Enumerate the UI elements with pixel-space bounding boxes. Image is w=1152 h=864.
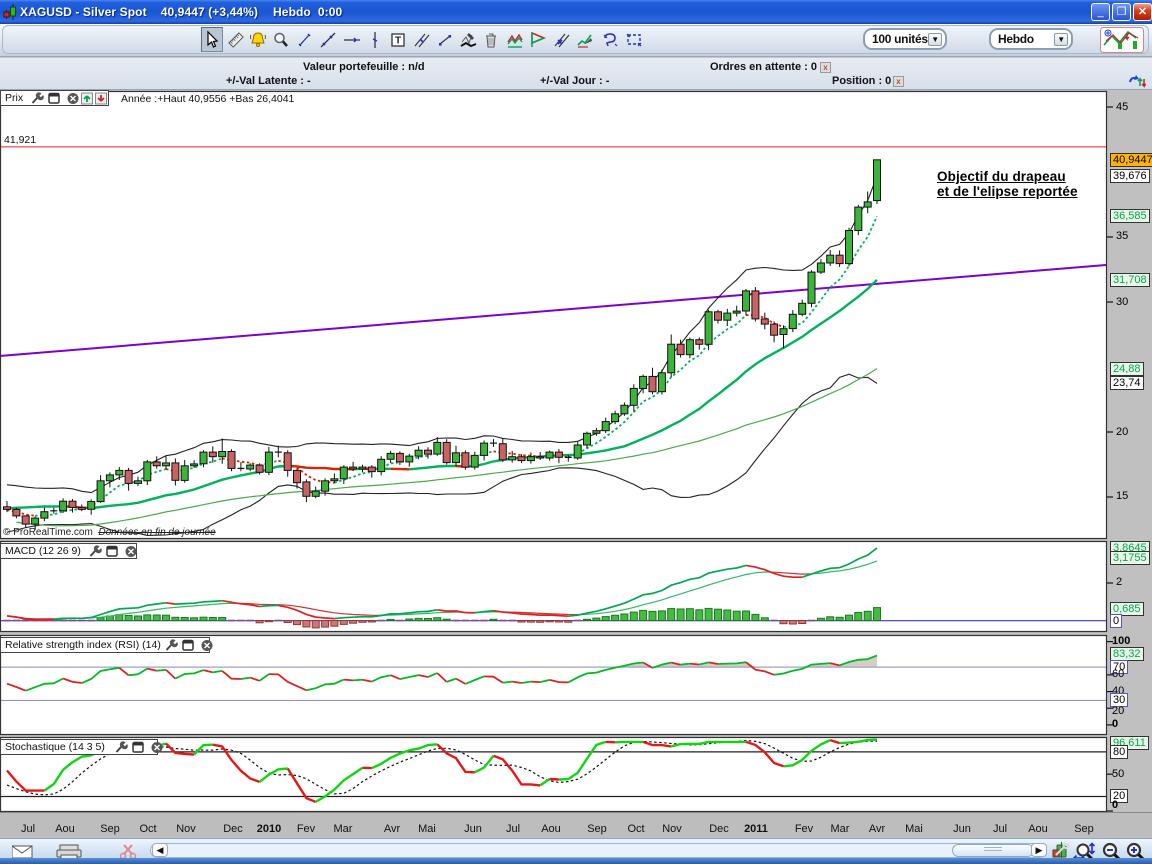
svg-text:T: T xyxy=(395,36,401,47)
